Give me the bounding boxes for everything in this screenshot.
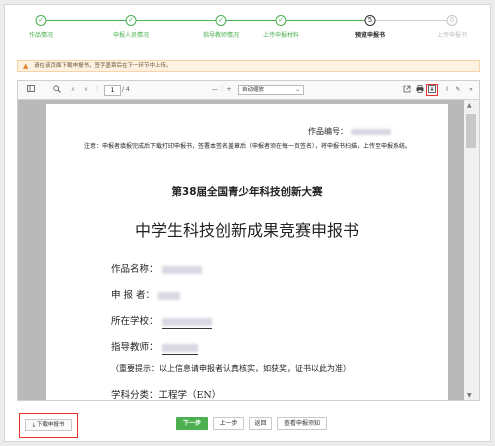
- zoom-value: 自动缩放: [242, 87, 265, 93]
- redacted-value: [350, 129, 391, 135]
- field-label: 申 报 者：: [111, 290, 156, 301]
- step-connector: [375, 20, 447, 22]
- step-connector: [46, 20, 126, 22]
- step-label: 预览申报书: [354, 32, 386, 39]
- field-work-name: 作品名称：: [111, 261, 202, 275]
- field-school: 所在学校：: [111, 313, 212, 329]
- field-applicant: 申 报 者：: [111, 287, 181, 301]
- serial-number-field: 作品编号：: [308, 126, 391, 137]
- step-label: 指导教师情况: [202, 32, 240, 39]
- print-icon[interactable]: [415, 85, 425, 97]
- download-highlight-box: ⤓ 下载申报书: [19, 413, 78, 438]
- draw-icon[interactable]: ✎: [454, 85, 462, 95]
- field-label: 作品名称：: [111, 264, 159, 275]
- redacted-value: [161, 317, 212, 326]
- page-count: / 4: [122, 86, 130, 93]
- zoom-in-icon[interactable]: +: [225, 85, 233, 95]
- download-label: 下载申报书: [36, 422, 65, 428]
- progress-stepper: ✓ 作品情况 ✓ 申报人员情况 ✓ 指导教师情况 ✓ 上传申报材料 5 预览申报…: [5, 15, 490, 45]
- step-label: 作品情况: [28, 32, 54, 39]
- text-select-icon[interactable]: I: [443, 85, 451, 95]
- check-icon: ✓: [125, 15, 137, 26]
- chevron-down-icon: ⌄: [294, 86, 300, 93]
- step-label: 上传申报书: [436, 32, 468, 39]
- subject-classification: 学科分类：工程学（EN）: [111, 390, 222, 401]
- vertical-scrollbar[interactable]: ▲ ▼: [464, 100, 479, 400]
- check-icon: ✓: [275, 15, 287, 26]
- download-form-button[interactable]: ⤓ 下载申报书: [25, 419, 72, 431]
- form-title: 中学生科技创新成果竞赛申报书: [134, 221, 359, 240]
- sidebar-toggle-icon[interactable]: [26, 85, 36, 96]
- view-notice-button[interactable]: 查看申报须知: [277, 417, 327, 430]
- toolbar-separator: |: [220, 86, 224, 93]
- teacher-underline: [161, 342, 198, 355]
- toolbar-separator: |: [95, 86, 99, 93]
- pdf-viewer: ∧ ∨ | / 4 — | + 自动缩放 ⌄ I ✎ »: [17, 80, 480, 401]
- document-area: 作品编号： 注意：申报者填报完成后下载打印申报书，签署本签名盖章后（申报者须在每…: [18, 100, 479, 401]
- zoom-out-icon[interactable]: —: [211, 85, 219, 95]
- scroll-up-icon[interactable]: ▲: [467, 103, 472, 109]
- warning-icon: ▲: [23, 62, 29, 70]
- application-window: ✓ 作品情况 ✓ 申报人员情况 ✓ 指导教师情况 ✓ 上传申报材料 5 预览申报…: [4, 4, 491, 442]
- redacted-value: [161, 343, 198, 352]
- field-label: 指导教师：: [111, 342, 159, 353]
- zoom-select[interactable]: 自动缩放 ⌄: [238, 85, 304, 95]
- step-connector: [136, 20, 216, 22]
- serial-label: 作品编号：: [308, 127, 348, 136]
- scroll-down-icon[interactable]: ▼: [467, 393, 472, 399]
- redacted-value: [158, 291, 181, 300]
- search-icon[interactable]: [52, 85, 62, 97]
- step-number: 6: [446, 15, 458, 26]
- document-page: 作品编号： 注意：申报者填报完成后下载打印申报书，签署本签名盖章后（申报者须在每…: [46, 104, 448, 401]
- notice-text: 请在该页面下载申报书，签字盖章后在下一环节中上传。: [34, 63, 172, 69]
- pdf-toolbar: ∧ ∨ | / 4 — | + 自动缩放 ⌄ I ✎ »: [18, 81, 479, 100]
- next-step-button[interactable]: 下一步: [176, 417, 208, 430]
- download-highlight-box: [426, 84, 438, 96]
- more-tools-icon[interactable]: »: [466, 85, 476, 95]
- open-file-icon[interactable]: [402, 85, 412, 97]
- field-label: 所在学校：: [111, 316, 159, 327]
- check-icon: ✓: [35, 15, 47, 26]
- notice-banner: ▲ 请在该页面下载申报书，签字盖章后在下一环节中上传。: [17, 60, 480, 72]
- step-connector: [226, 20, 276, 22]
- important-reminder: （重要提示：以上信息请申报者认真核实，如获奖，证书以此为准）: [111, 364, 351, 373]
- page-number-input[interactable]: [104, 85, 121, 96]
- form-note: 注意：申报者填报完成后下载打印申报书，签署本签名盖章后（申报者须在每一页签名），…: [84, 143, 412, 150]
- next-page-icon[interactable]: ∨: [81, 85, 91, 95]
- step-label: 申报人员情况: [112, 32, 150, 39]
- school-underline: [161, 316, 212, 329]
- check-icon: ✓: [215, 15, 227, 26]
- download-icon: ⤓: [32, 422, 36, 428]
- step-number: 5: [364, 15, 376, 26]
- previous-page-icon[interactable]: ∧: [68, 85, 78, 95]
- step-label: 上传申报材料: [262, 32, 300, 39]
- scrollbar-thumb[interactable]: [466, 114, 476, 148]
- field-teacher: 指导教师：: [111, 339, 198, 355]
- step-connector: [286, 20, 365, 22]
- contest-title: 第38届全国青少年科技创新大赛: [171, 186, 323, 198]
- back-button[interactable]: 返回: [249, 417, 272, 430]
- redacted-value: [161, 265, 202, 274]
- previous-step-button[interactable]: 上一步: [213, 417, 244, 430]
